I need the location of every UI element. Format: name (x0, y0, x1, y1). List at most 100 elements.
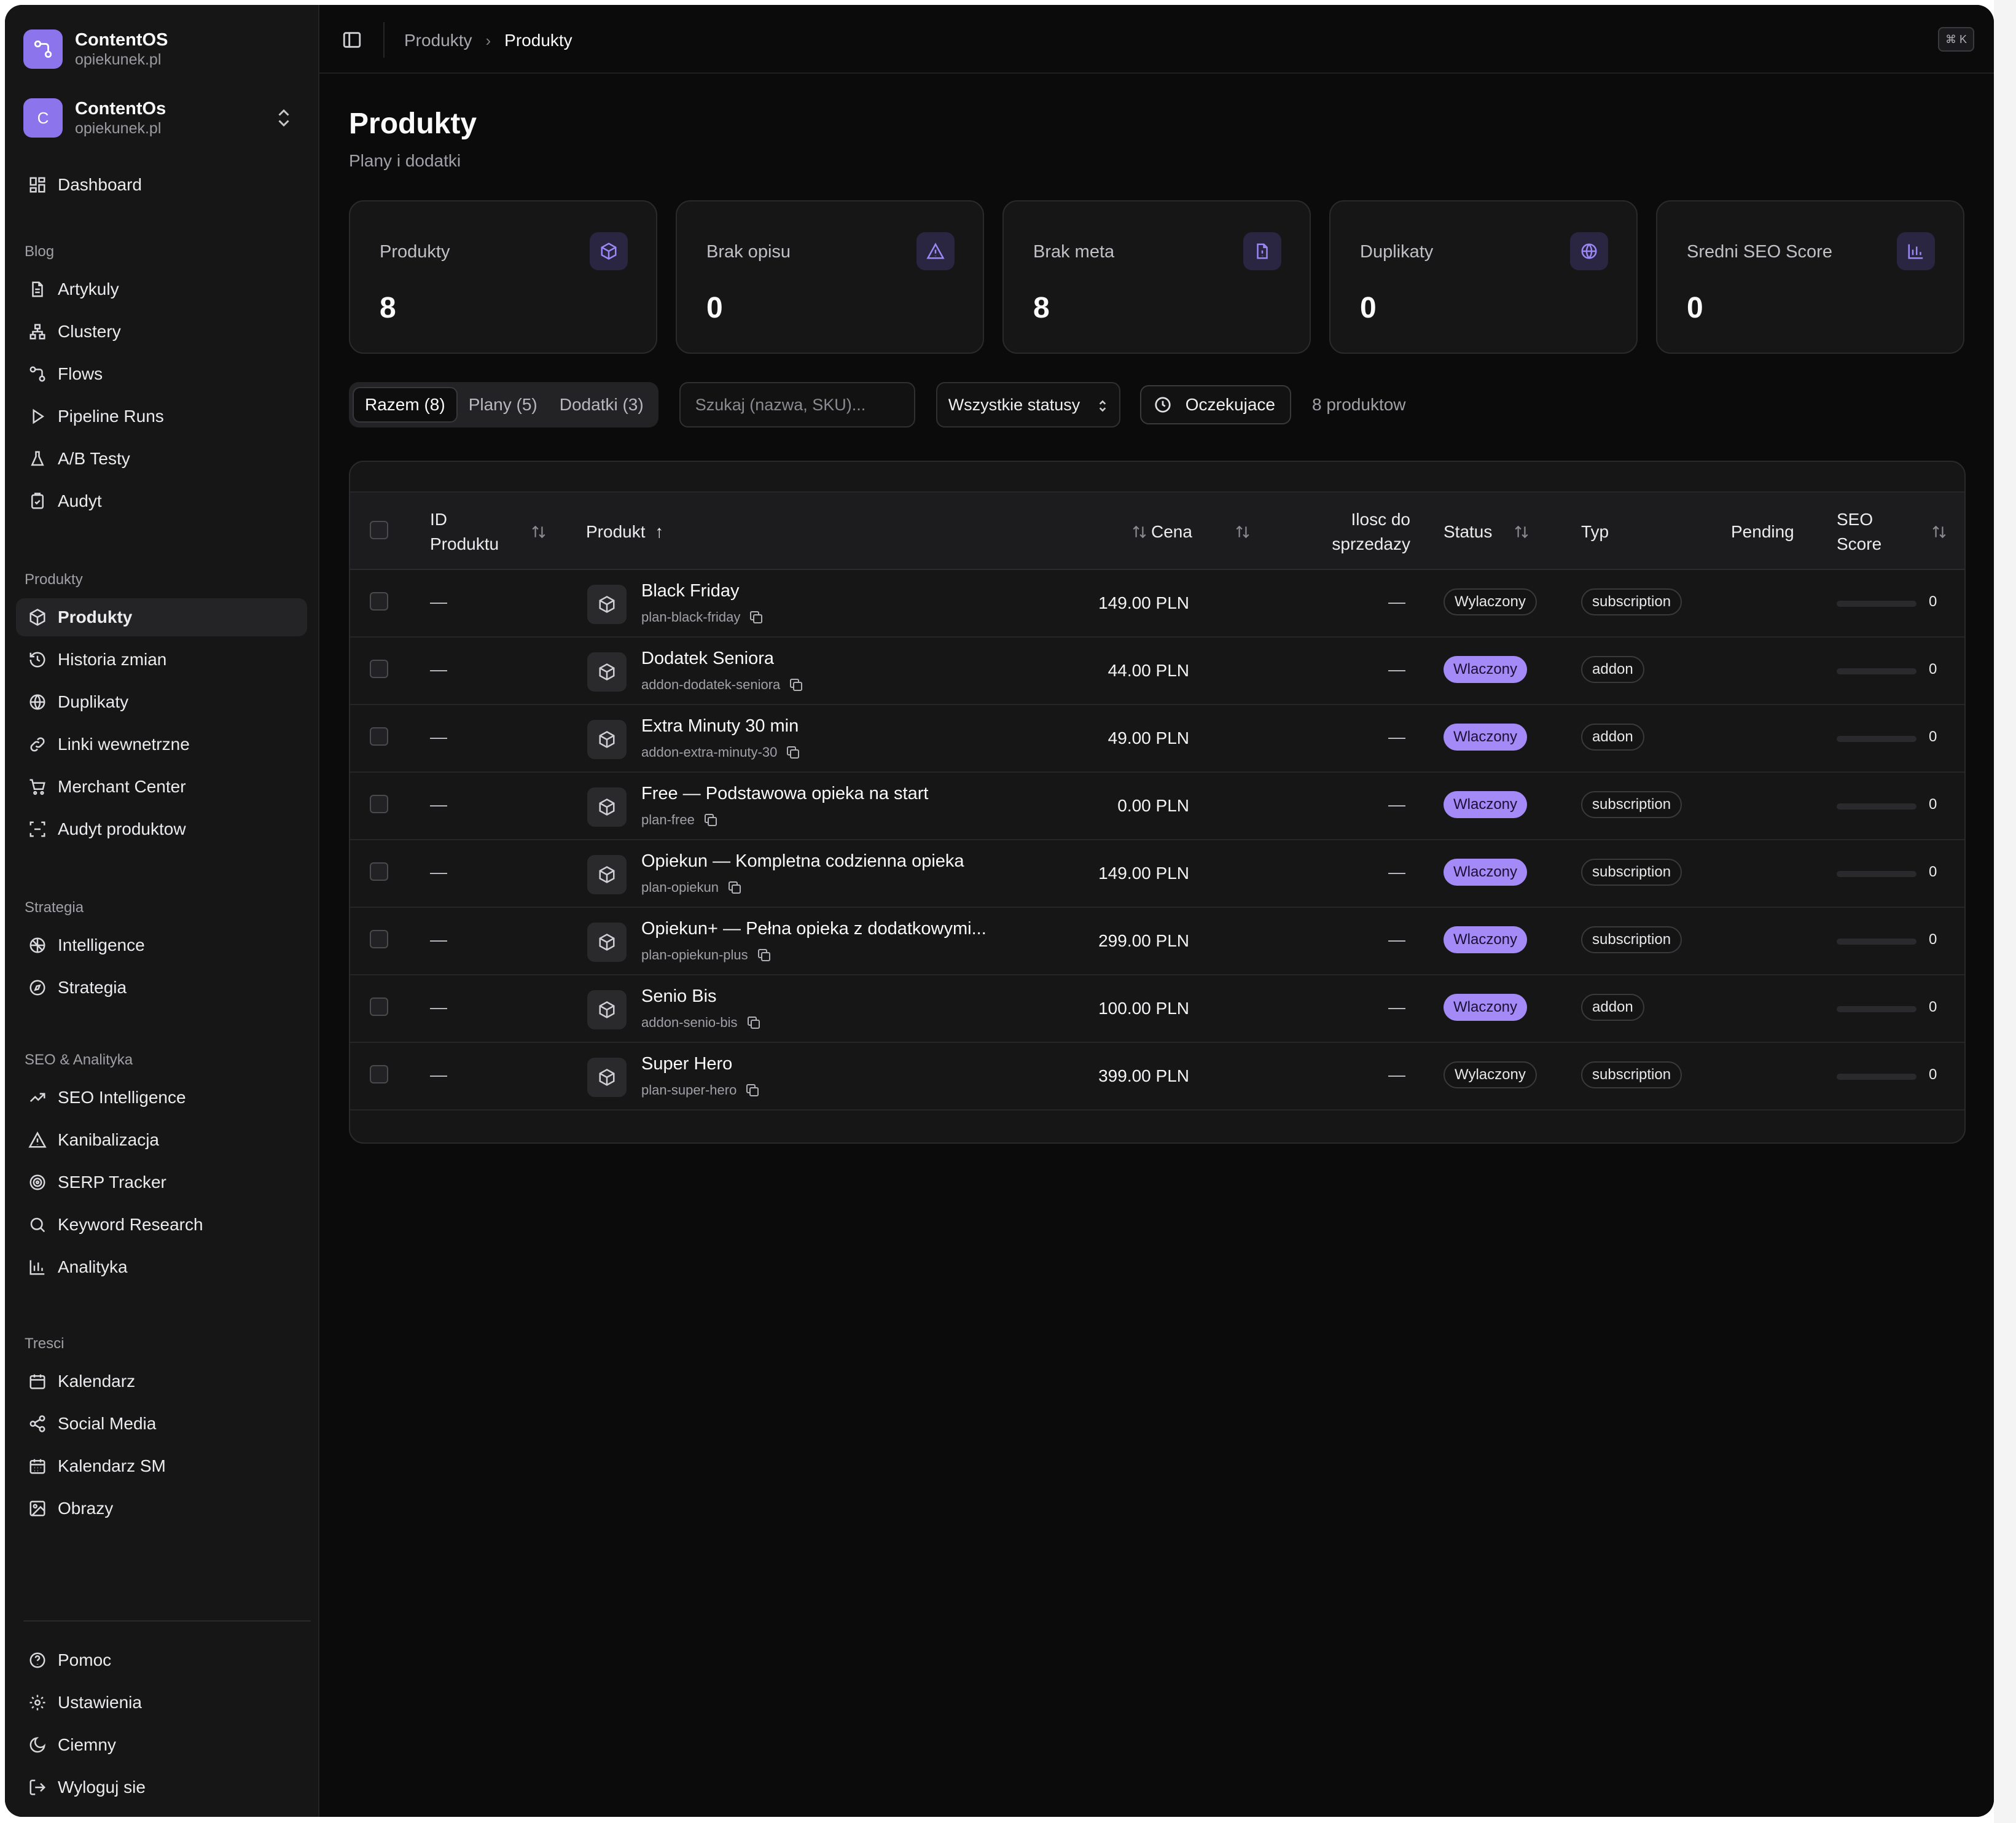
logout-icon (29, 1779, 46, 1795)
table-row[interactable]: — Black Friday plan-black-friday 149.00 PLN… (350, 570, 1964, 638)
tab-razem[interactable]: Razem (8) (353, 387, 458, 423)
copy-icon[interactable] (749, 610, 764, 625)
sidebar-item-strategia[interactable]: Strategia (16, 969, 307, 1007)
sidebar-item-ustawienia[interactable]: Ustawienia (16, 1684, 307, 1722)
product-name[interactable]: Black Friday (641, 581, 740, 601)
copy-icon[interactable] (757, 948, 772, 962)
status-badge[interactable]: Wylaczony (1444, 1061, 1537, 1088)
tab-plany[interactable]: Plany (5) (458, 387, 549, 423)
status-badge[interactable]: Wlaczony (1444, 994, 1528, 1021)
sidebar-item-clustery[interactable]: Clustery (16, 313, 307, 351)
breadcrumb-item-produkty[interactable]: Produkty (404, 31, 472, 50)
column-header-qty[interactable]: Ilosc do sprzedazy (1312, 507, 1410, 556)
sort-icon[interactable] (1514, 523, 1530, 541)
copy-icon[interactable] (703, 813, 718, 827)
status-badge[interactable]: Wlaczony (1444, 656, 1528, 683)
sort-icon[interactable] (1235, 523, 1251, 541)
workspace-header[interactable]: ContentOS opiekunek.pl (23, 18, 306, 80)
row-checkbox[interactable] (370, 592, 388, 611)
pending-filter-button[interactable]: Oczekujace (1139, 385, 1291, 424)
column-header-type[interactable]: Typ (1581, 520, 1609, 544)
row-checkbox[interactable] (370, 660, 388, 678)
row-checkbox[interactable] (370, 862, 388, 881)
sidebar-item-kalendarz[interactable]: Kalendarz (16, 1362, 307, 1400)
network-icon (29, 324, 45, 340)
sidebar-item-obrazy[interactable]: Obrazy (16, 1489, 307, 1528)
sidebar-item-duplikaty[interactable]: Duplikaty (16, 683, 307, 721)
product-name[interactable]: Opiekun+ — Pełna opieka z dodatkowymi... (641, 919, 987, 939)
sidebar-item-produkty[interactable]: Produkty (16, 598, 307, 636)
copy-icon[interactable] (786, 745, 800, 760)
sidebar-item-audyt[interactable]: Audyt (16, 482, 307, 520)
column-header-seo[interactable]: SEO Score (1837, 507, 1881, 556)
product-name[interactable]: Extra Minuty 30 min (641, 716, 799, 736)
status-badge[interactable]: Wlaczony (1444, 791, 1528, 818)
column-header-pending[interactable]: Pending (1731, 520, 1794, 544)
product-name[interactable]: Dodatek Seniora (641, 649, 774, 669)
sidebar-item-serp-tracker[interactable]: SERP Tracker (16, 1163, 307, 1201)
sidebar-item-analityka[interactable]: Analityka (16, 1248, 307, 1286)
sidebar-toggle-icon[interactable] (342, 29, 362, 50)
sidebar-item-intelligence[interactable]: Intelligence (16, 926, 307, 964)
column-header-price[interactable]: Cena (1151, 520, 1192, 544)
select-all-checkbox[interactable] (370, 521, 388, 539)
sidebar-item-merchant-center[interactable]: Merchant Center (16, 768, 307, 806)
sidebar-item-linki-wewnetrzne[interactable]: Linki wewnetrzne (16, 725, 307, 763)
table-row[interactable]: — Extra Minuty 30 min addon-extra-minuty-3… (350, 705, 1964, 773)
column-header-product[interactable]: Produkt ↑ (586, 520, 663, 544)
sidebar-item-kanibalizacja[interactable]: Kanibalizacja (16, 1121, 307, 1159)
search-input[interactable]: Szukaj (nazwa, SKU)... (679, 382, 915, 427)
table-row[interactable]: — Senio Bis addon-senio-bis 100.00 PLN — Wlac… (350, 975, 1964, 1043)
chevrons-up-down-icon[interactable] (273, 106, 295, 130)
sidebar-item-pomoc[interactable]: Pomoc (16, 1641, 307, 1679)
sidebar-item-label: Historia zmian (58, 650, 167, 669)
sidebar-item-keyword-research[interactable]: Keyword Research (16, 1206, 307, 1244)
column-header-id[interactable]: ID Produktu (430, 507, 499, 556)
row-checkbox[interactable] (370, 1065, 388, 1083)
tab-dodatki[interactable]: Dodatki (3) (549, 387, 655, 423)
table-row[interactable]: — Dodatek Seniora addon-dodatek-seniora 44.… (350, 638, 1964, 705)
sort-icon[interactable] (531, 523, 547, 541)
sidebar-item-flows[interactable]: Flows (16, 355, 307, 393)
account-switcher[interactable]: C ContentOs opiekunek.pl (23, 87, 306, 149)
file-alert-icon (1257, 243, 1268, 259)
sidebar-item-dashboard[interactable]: Dashboard (16, 166, 307, 204)
sidebar-item-pipeline-runs[interactable]: Pipeline Runs (16, 397, 307, 435)
status-badge[interactable]: Wlaczony (1444, 926, 1528, 953)
row-checkbox[interactable] (370, 795, 388, 813)
status-badge[interactable]: Wylaczony (1444, 588, 1537, 615)
sidebar-item-wyloguj-sie[interactable]: Wyloguj sie (16, 1768, 307, 1806)
row-checkbox[interactable] (370, 727, 388, 746)
table-row[interactable]: — Free — Podstawowa opieka na start plan-f… (350, 773, 1964, 840)
status-badge[interactable]: Wlaczony (1444, 724, 1528, 751)
command-shortcut[interactable]: ⌘ K (1937, 27, 1974, 52)
table-row[interactable]: — Super Hero plan-super-hero 399.00 PLN — Wyl… (350, 1043, 1964, 1111)
sidebar-item-a-b-testy[interactable]: A/B Testy (16, 440, 307, 478)
stat-label: Brak opisu (706, 242, 791, 262)
product-name[interactable]: Super Hero (641, 1054, 732, 1074)
status-select[interactable]: Wszystkie statusy (936, 382, 1120, 427)
copy-icon[interactable] (727, 880, 742, 895)
sidebar-item-artykuly[interactable]: Artykuly (16, 270, 307, 308)
sort-icon[interactable] (1131, 523, 1147, 541)
table-row[interactable]: — Opiekun — Kompletna codzienna opieka pla… (350, 840, 1964, 908)
product-name[interactable]: Senio Bis (641, 986, 717, 1007)
sidebar-item-ciemny[interactable]: Ciemny (16, 1726, 307, 1764)
copy-icon[interactable] (745, 1083, 760, 1098)
sort-icon[interactable] (1931, 523, 1947, 541)
column-header-status[interactable]: Status (1444, 520, 1492, 544)
sidebar-item-label: SEO Intelligence (58, 1088, 186, 1107)
sidebar-item-kalendarz-sm[interactable]: Kalendarz SM (16, 1447, 307, 1485)
copy-icon[interactable] (789, 677, 803, 692)
sidebar-item-historia-zmian[interactable]: Historia zmian (16, 641, 307, 679)
row-checkbox[interactable] (370, 997, 388, 1016)
table-row[interactable]: — Opiekun+ — Pełna opieka z dodatkowymi..… (350, 908, 1964, 975)
product-name[interactable]: Opiekun — Kompletna codzienna opieka (641, 851, 964, 872)
sidebar-item-seo-intelligence[interactable]: SEO Intelligence (16, 1079, 307, 1117)
status-badge[interactable]: Wlaczony (1444, 859, 1528, 886)
sidebar-item-social-media[interactable]: Social Media (16, 1405, 307, 1443)
sidebar-item-audyt-produktow[interactable]: Audyt produktow (16, 810, 307, 848)
row-checkbox[interactable] (370, 930, 388, 948)
copy-icon[interactable] (746, 1015, 761, 1030)
product-name[interactable]: Free — Podstawowa opieka na start (641, 784, 928, 804)
